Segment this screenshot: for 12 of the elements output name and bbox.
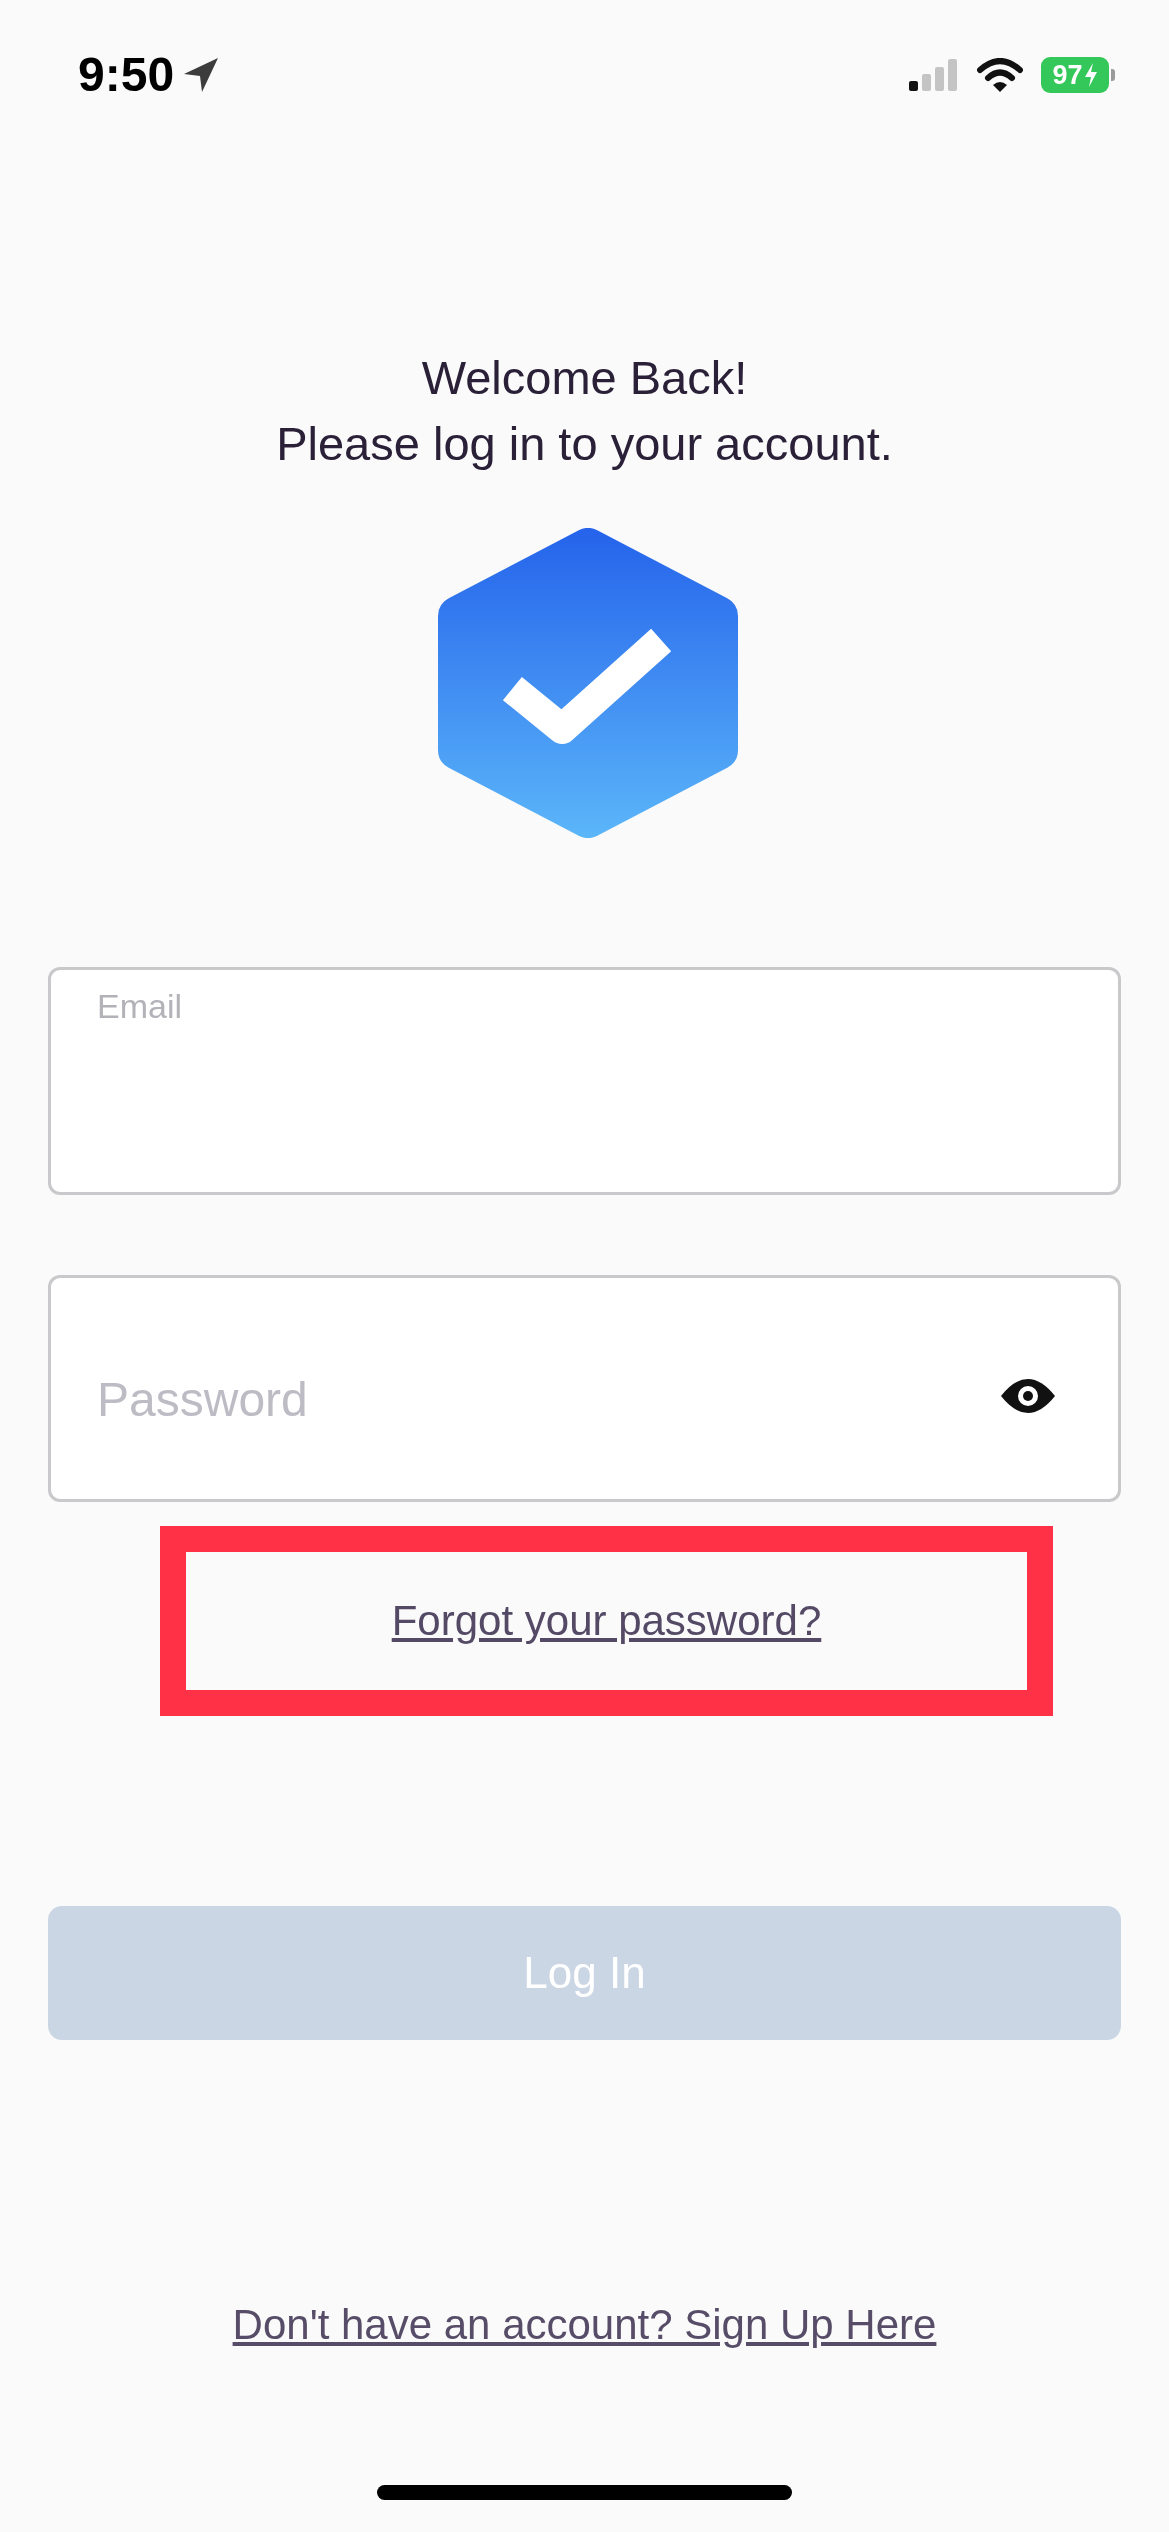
eye-icon[interactable]	[1001, 1379, 1055, 1413]
wifi-icon	[977, 58, 1023, 92]
battery-percentage: 97	[1052, 61, 1083, 89]
sign-up-link[interactable]: Don't have an account? Sign Up Here	[232, 2295, 937, 2355]
password-field[interactable]: Password	[48, 1275, 1121, 1502]
hexagon-checkmark-icon	[437, 528, 738, 838]
forgot-password-link[interactable]: Forgot your password?	[391, 1595, 822, 1647]
location-arrow-icon	[184, 58, 219, 92]
welcome-title: Welcome Back!	[421, 350, 748, 406]
status-time: 9:50	[78, 51, 175, 99]
welcome-subtitle: Please log in to your account.	[276, 416, 893, 472]
signal-icon	[909, 59, 959, 91]
